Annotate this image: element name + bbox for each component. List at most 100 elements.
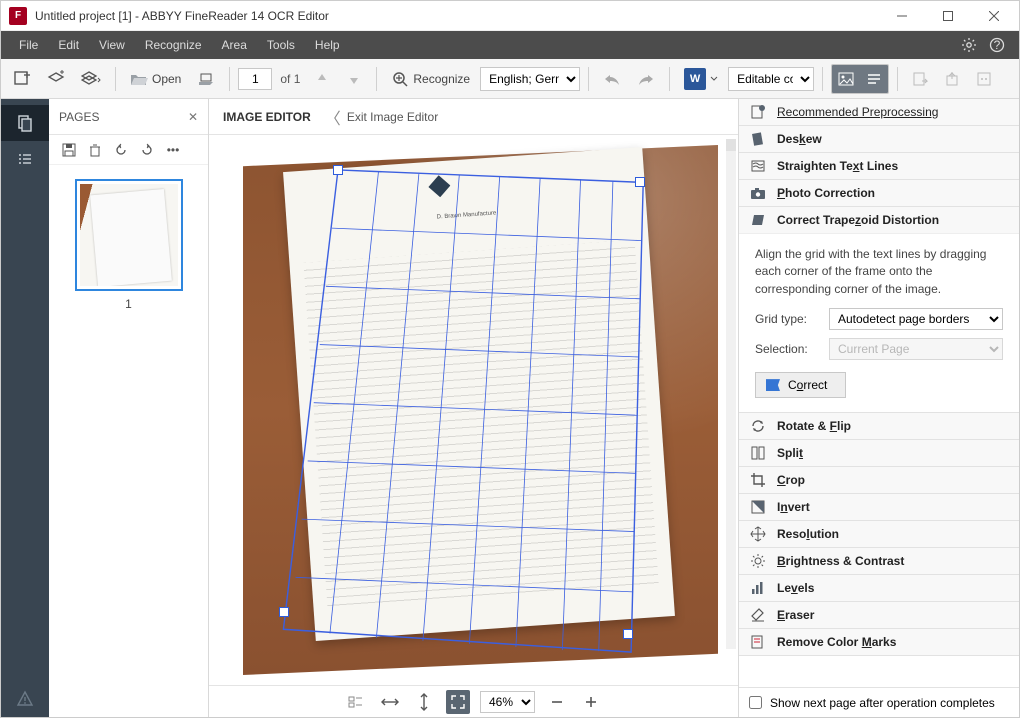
acc-eraser[interactable]: Eraser bbox=[739, 602, 1019, 628]
page-down-button[interactable] bbox=[340, 65, 368, 93]
menu-tools[interactable]: Tools bbox=[257, 31, 305, 59]
close-button[interactable] bbox=[971, 1, 1017, 31]
pages-header: PAGES ✕ bbox=[49, 99, 208, 135]
open-button[interactable]: Open bbox=[124, 65, 187, 93]
pages-more-button[interactable]: ••• bbox=[163, 140, 183, 160]
correct-button[interactable]: Correct bbox=[755, 372, 846, 398]
word-export-button[interactable]: W bbox=[678, 65, 724, 93]
grid-handle-tl[interactable] bbox=[333, 165, 343, 175]
menu-recognize[interactable]: Recognize bbox=[135, 31, 212, 59]
language-select[interactable]: English; German bbox=[480, 67, 580, 91]
grid-type-label: Grid type: bbox=[755, 312, 821, 326]
trapezoid-grid[interactable] bbox=[243, 145, 718, 675]
scan-button[interactable] bbox=[191, 65, 221, 93]
page-thumbnail-number: 1 bbox=[125, 297, 132, 311]
acc-invert[interactable]: Invert bbox=[739, 494, 1019, 520]
right-bottom-bar: Show next page after operation completes bbox=[739, 687, 1019, 717]
acc-trapezoid[interactable]: Correct Trapezoid Distortion bbox=[739, 207, 1019, 233]
eraser-icon bbox=[749, 608, 767, 622]
view-mode-toggle bbox=[831, 64, 889, 94]
new-task-button[interactable] bbox=[7, 65, 37, 93]
window-title: Untitled project [1] - ABBYY FineReader … bbox=[35, 9, 879, 23]
settings-gear-icon[interactable] bbox=[955, 31, 983, 59]
pages-rotate-cw-button[interactable] bbox=[137, 140, 157, 160]
rail-list-button[interactable] bbox=[1, 141, 49, 177]
pages-save-button[interactable] bbox=[59, 140, 79, 160]
recommended-icon bbox=[749, 104, 767, 120]
more-button[interactable] bbox=[970, 65, 998, 93]
send-button[interactable] bbox=[906, 65, 934, 93]
menu-view[interactable]: View bbox=[89, 31, 135, 59]
fit-width-button[interactable] bbox=[378, 690, 402, 714]
add-layer-button[interactable] bbox=[41, 65, 71, 93]
page-up-button[interactable] bbox=[308, 65, 336, 93]
export-button[interactable] bbox=[938, 65, 966, 93]
acc-remove-marks[interactable]: Remove Color Marks bbox=[739, 629, 1019, 655]
acc-split[interactable]: Split bbox=[739, 440, 1019, 466]
page-thumbnail[interactable] bbox=[75, 179, 183, 291]
recognize-button[interactable]: Recognize bbox=[385, 65, 476, 93]
grid-handle-bl[interactable] bbox=[279, 607, 289, 617]
redo-button[interactable] bbox=[631, 65, 661, 93]
pages-thumbs: 1 bbox=[49, 165, 208, 717]
acc-levels[interactable]: Levels bbox=[739, 575, 1019, 601]
remove-marks-icon bbox=[749, 634, 767, 650]
grid-handle-tr[interactable] bbox=[635, 177, 645, 187]
menu-help[interactable]: Help bbox=[305, 31, 350, 59]
view-text-button[interactable] bbox=[860, 65, 888, 93]
maximize-button[interactable] bbox=[925, 1, 971, 31]
menu-file[interactable]: File bbox=[9, 31, 48, 59]
zoom-in-button[interactable] bbox=[579, 690, 603, 714]
layer-dropdown-button[interactable] bbox=[75, 65, 107, 93]
page-of-label: of 1 bbox=[276, 72, 304, 86]
acc-photo-correction[interactable]: Photo Correction bbox=[739, 180, 1019, 206]
grid-handle-br[interactable] bbox=[623, 629, 633, 639]
invert-icon bbox=[749, 499, 767, 515]
viewer-scrollbar[interactable] bbox=[726, 139, 736, 649]
correct-label: Correct bbox=[788, 378, 827, 392]
brightness-icon bbox=[749, 553, 767, 569]
rail-pages-button[interactable] bbox=[1, 105, 49, 141]
split-icon bbox=[749, 445, 767, 461]
acc-straighten[interactable]: Straighten Text Lines bbox=[739, 153, 1019, 179]
editable-copy-select[interactable]: Editable copy bbox=[728, 67, 814, 91]
zoom-select[interactable]: 46% bbox=[480, 691, 535, 713]
show-next-page-checkbox[interactable] bbox=[749, 696, 762, 709]
menu-area[interactable]: Area bbox=[212, 31, 257, 59]
view-image-button[interactable] bbox=[832, 65, 860, 93]
image-viewer[interactable]: D. Brawn Manufacture bbox=[209, 135, 738, 685]
zoom-out-button[interactable] bbox=[545, 690, 569, 714]
menu-edit[interactable]: Edit bbox=[48, 31, 89, 59]
fit-options-button[interactable] bbox=[344, 690, 368, 714]
pages-rotate-ccw-button[interactable] bbox=[111, 140, 131, 160]
acc-brightness[interactable]: Brightness & Contrast bbox=[739, 548, 1019, 574]
fit-page-button[interactable] bbox=[446, 690, 470, 714]
recognize-label: Recognize bbox=[413, 72, 470, 86]
pages-title: PAGES bbox=[59, 110, 188, 124]
exit-image-editor-button[interactable]: 〈 Exit Image Editor bbox=[325, 105, 438, 129]
minimize-button[interactable] bbox=[879, 1, 925, 31]
app-logo-icon: F bbox=[9, 7, 27, 25]
chevron-left-icon: 〈 bbox=[325, 105, 341, 129]
pages-panel: PAGES ✕ ••• 1 bbox=[49, 99, 209, 717]
pages-close-button[interactable]: ✕ bbox=[188, 110, 198, 124]
acc-rotate[interactable]: Rotate & Flip bbox=[739, 413, 1019, 439]
app-window: F Untitled project [1] - ABBYY FineReade… bbox=[0, 0, 1020, 718]
menu-bar: File Edit View Recognize Area Tools Help… bbox=[1, 31, 1019, 59]
acc-crop[interactable]: Crop bbox=[739, 467, 1019, 493]
left-rail bbox=[1, 99, 49, 717]
grid-type-select[interactable]: Autodetect page borders bbox=[829, 308, 1003, 330]
acc-resolution[interactable]: Resolution bbox=[739, 521, 1019, 547]
title-bar: F Untitled project [1] - ABBYY FineReade… bbox=[1, 1, 1019, 31]
right-panel: Recommended Preprocessing Deskew Straigh… bbox=[739, 99, 1019, 717]
rail-warning-icon[interactable] bbox=[1, 681, 49, 717]
acc-deskew[interactable]: Deskew bbox=[739, 126, 1019, 152]
help-icon[interactable]: ? bbox=[983, 31, 1011, 59]
undo-button[interactable] bbox=[597, 65, 627, 93]
pages-delete-button[interactable] bbox=[85, 140, 105, 160]
page-number-input[interactable] bbox=[238, 68, 272, 90]
trapezoid-help: Align the grid with the text lines by dr… bbox=[755, 246, 1003, 298]
acc-recommended[interactable]: Recommended Preprocessing bbox=[739, 99, 1019, 125]
open-label: Open bbox=[152, 72, 181, 86]
fit-height-button[interactable] bbox=[412, 690, 436, 714]
